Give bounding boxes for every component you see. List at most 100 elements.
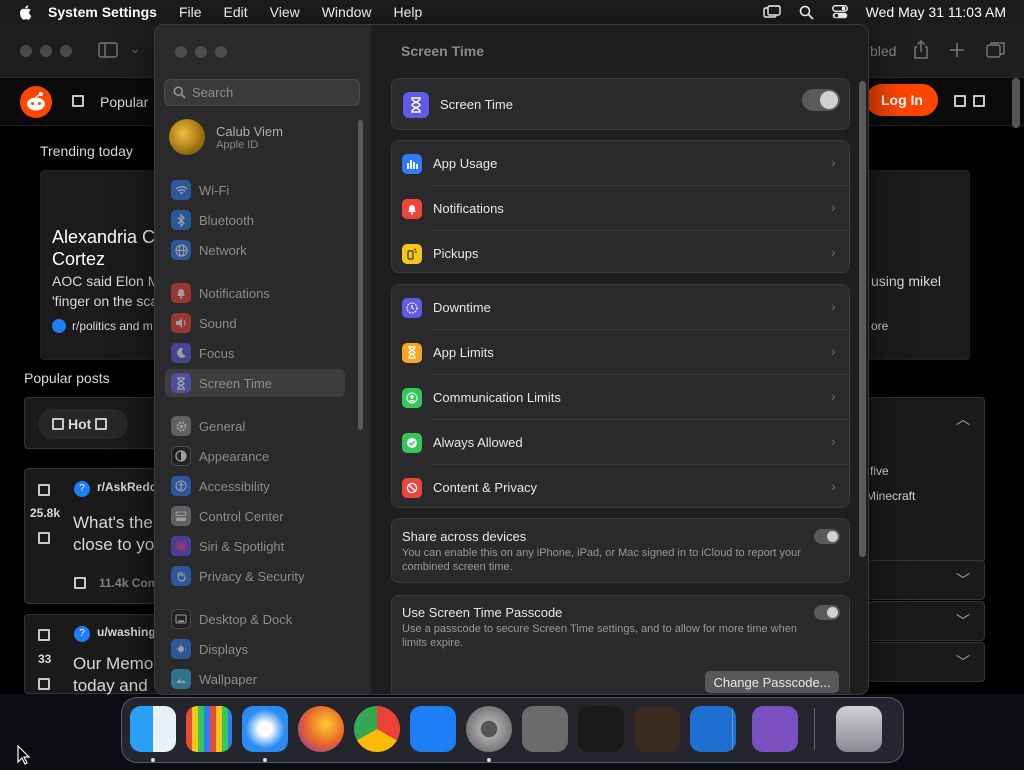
menu-view[interactable]: View (270, 4, 300, 20)
change-passcode-button[interactable]: Change Passcode... (705, 671, 839, 693)
sidebar-item-desktop-dock[interactable]: Desktop & Dock (165, 605, 345, 633)
share-icon[interactable] (912, 39, 930, 65)
apple-icon[interactable] (18, 4, 34, 20)
sidebar-item-focus[interactable]: Focus (165, 339, 345, 367)
zoom-window-icon[interactable] (215, 46, 227, 58)
post-title[interactable]: Our Memo (73, 654, 153, 674)
apple-id-account[interactable]: Calub Viem Apple ID (169, 119, 283, 155)
post-title[interactable]: today and (73, 676, 148, 696)
app-limits-row[interactable]: App Limits › (392, 330, 849, 375)
minimize-window-icon[interactable] (40, 45, 52, 57)
safari-icon[interactable] (242, 706, 288, 752)
post-title[interactable]: close to yo (73, 535, 154, 555)
chevron-up-icon[interactable]: ︿ (956, 409, 970, 429)
passcode-group: Use Screen Time Passcode Use a passcode … (391, 595, 850, 694)
content-privacy-row[interactable]: Content & Privacy › (392, 465, 849, 510)
close-window-icon[interactable] (20, 45, 32, 57)
side-widget-item[interactable]: Minecraft (866, 489, 915, 503)
sidebar-item-displays[interactable]: Displays (165, 635, 345, 663)
finder-icon[interactable] (130, 706, 176, 752)
downvote-icon[interactable] (38, 678, 50, 690)
menu-help[interactable]: Help (394, 4, 423, 20)
reddit-logo-icon[interactable] (20, 86, 52, 118)
chevron-down-icon[interactable]: ﹀ (956, 570, 970, 590)
menu-file[interactable]: File (179, 4, 202, 20)
notifications-row[interactable]: Notifications › (392, 186, 849, 231)
chrome-icon[interactable] (354, 706, 400, 752)
share-across-devices-toggle[interactable] (814, 529, 840, 544)
menu-clock[interactable]: Wed May 31 11:03 AM (866, 4, 1006, 20)
side-widget-item[interactable]: five (870, 464, 889, 478)
sidebar-item-accessibility[interactable]: Accessibility (165, 472, 345, 500)
sidebar-search-field[interactable] (164, 79, 360, 106)
spotlight-search-icon[interactable] (799, 5, 814, 20)
speaker-icon (171, 313, 191, 333)
garageband-icon[interactable] (634, 706, 680, 752)
sidebar-item-general[interactable]: General (165, 412, 345, 440)
script-editor-icon[interactable] (522, 706, 568, 752)
post-subreddit[interactable]: r/AskRedc (97, 480, 156, 494)
passcode-toggle[interactable] (814, 605, 840, 620)
content-scrollbar[interactable] (859, 81, 866, 557)
popular-nav-label[interactable]: Popular (100, 94, 148, 110)
sidebar-item-network[interactable]: Network (165, 236, 345, 264)
upvote-icon[interactable] (38, 629, 50, 641)
sidebar-toggle-icon[interactable] (98, 42, 118, 63)
header-checkbox-icon[interactable] (973, 95, 985, 107)
control-center-icon[interactable] (831, 5, 848, 19)
sidebar-item-sound[interactable]: Sound (165, 309, 345, 337)
browser-scrollbar[interactable] (1012, 78, 1020, 128)
app-store-icon[interactable] (410, 706, 456, 752)
menu-app-name[interactable]: System Settings (48, 4, 157, 20)
downvote-icon[interactable] (38, 532, 50, 544)
chevron-down-icon[interactable]: ﹀ (956, 652, 970, 672)
hot-sort-button[interactable]: Hot (38, 409, 128, 439)
sidebar-item-control-center[interactable]: Control Center (165, 502, 345, 530)
search-input[interactable] (192, 85, 342, 100)
app-usage-row[interactable]: App Usage › (392, 141, 849, 186)
chevron-down-icon[interactable]: ⌄ (130, 42, 140, 56)
sidebar-scrollbar[interactable] (358, 120, 363, 430)
minimize-window-icon[interactable] (195, 46, 207, 58)
post-comments[interactable]: 11.4k Com (99, 576, 158, 590)
sidebar-item-wallpaper[interactable]: Wallpaper (165, 665, 345, 693)
subreddit-label[interactable]: r/politics and m (72, 319, 153, 333)
menu-window[interactable]: Window (322, 4, 372, 20)
sidebar-item-notifications[interactable]: Notifications (165, 279, 345, 307)
pickups-row[interactable]: Pickups › (392, 231, 849, 276)
share-across-devices-group: Share across devices You can enable this… (391, 518, 850, 583)
sidebar-item-appearance[interactable]: Appearance (165, 442, 345, 470)
trending-more[interactable]: ore (871, 319, 888, 333)
upvote-icon[interactable] (38, 484, 50, 496)
tab-overview-icon[interactable] (986, 41, 1006, 64)
sidebar-item-wifi[interactable]: Wi-Fi (165, 176, 345, 204)
menu-checkbox-icon[interactable] (72, 95, 84, 107)
sidebar-item-siri-spotlight[interactable]: Siri & Spotlight (165, 532, 345, 560)
launchpad-icon[interactable] (186, 706, 232, 752)
menu-edit[interactable]: Edit (224, 4, 248, 20)
sidebar-item-bluetooth[interactable]: Bluetooth (165, 206, 345, 234)
close-window-icon[interactable] (175, 46, 187, 58)
terminal-icon[interactable] (578, 706, 624, 752)
vscode-icon[interactable] (690, 706, 736, 752)
sidebar-item-screen-time[interactable]: Screen Time (165, 369, 345, 397)
trash-icon[interactable] (836, 706, 882, 752)
system-settings-icon[interactable] (466, 706, 512, 752)
trending-headline: Alexandria C (52, 227, 156, 247)
firefox-icon[interactable] (298, 706, 344, 752)
always-allowed-row[interactable]: Always Allowed › (392, 420, 849, 465)
login-button[interactable]: Log In (866, 84, 938, 116)
downtime-row[interactable]: Downtime › (392, 285, 849, 330)
hourglass-icon (403, 91, 429, 118)
chevron-down-icon[interactable]: ﹀ (956, 611, 970, 631)
screen-mirroring-icon[interactable] (762, 5, 781, 19)
header-checkbox-icon[interactable] (954, 95, 966, 107)
communication-limits-row[interactable]: Communication Limits › (392, 375, 849, 420)
zoom-window-icon[interactable] (60, 45, 72, 57)
sidebar-item-privacy-security[interactable]: Privacy & Security (165, 562, 345, 590)
post-user[interactable]: u/washing (97, 625, 156, 639)
post-title[interactable]: What's the (73, 513, 153, 533)
visual-studio-icon[interactable] (752, 706, 798, 752)
new-tab-icon[interactable] (948, 41, 966, 64)
screen-time-toggle[interactable] (802, 89, 840, 111)
